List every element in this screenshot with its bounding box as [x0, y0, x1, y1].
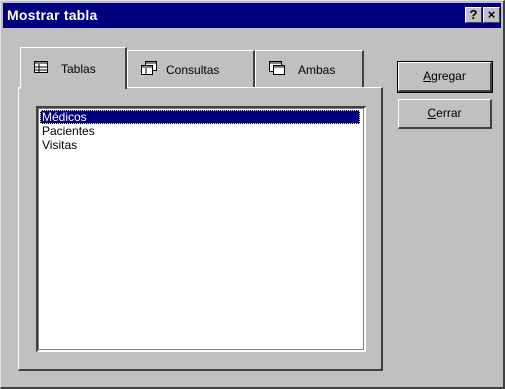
tab-queries[interactable]: Consultas: [127, 50, 255, 87]
close-button[interactable]: Cerrar: [398, 99, 492, 129]
table-icon: [33, 59, 49, 75]
tab-tables-label: Tablas: [61, 62, 96, 76]
add-button-label: gregar: [431, 69, 466, 83]
tab-queries-label: Consultas: [166, 63, 220, 77]
list-item[interactable]: Pacientes: [40, 124, 95, 138]
list-item[interactable]: Visitas: [40, 138, 77, 152]
close-window-button[interactable]: ×: [483, 7, 500, 23]
close-button-label: errar: [436, 106, 462, 120]
close-button-mnemonic: C: [427, 106, 437, 120]
both-icon: [268, 60, 285, 76]
tab-both[interactable]: Ambas: [255, 50, 364, 87]
table-list[interactable]: Médicos Pacientes Visitas: [36, 106, 366, 352]
tab-panel: Médicos Pacientes Visitas: [18, 87, 383, 371]
help-button[interactable]: ?: [465, 7, 482, 23]
title-bar[interactable]: Mostrar tabla ? ×: [3, 3, 501, 28]
show-table-dialog: Mostrar tabla ? × Tablas Consultas Ambas…: [0, 0, 505, 389]
dialog-title: Mostrar tabla: [7, 7, 98, 23]
add-button-mnemonic: A: [423, 69, 432, 83]
list-item[interactable]: Médicos: [40, 110, 360, 124]
tab-both-label: Ambas: [298, 63, 336, 77]
add-button[interactable]: Agregar: [397, 61, 493, 93]
tab-tables[interactable]: Tablas: [20, 47, 127, 89]
query-icon: [140, 60, 157, 76]
